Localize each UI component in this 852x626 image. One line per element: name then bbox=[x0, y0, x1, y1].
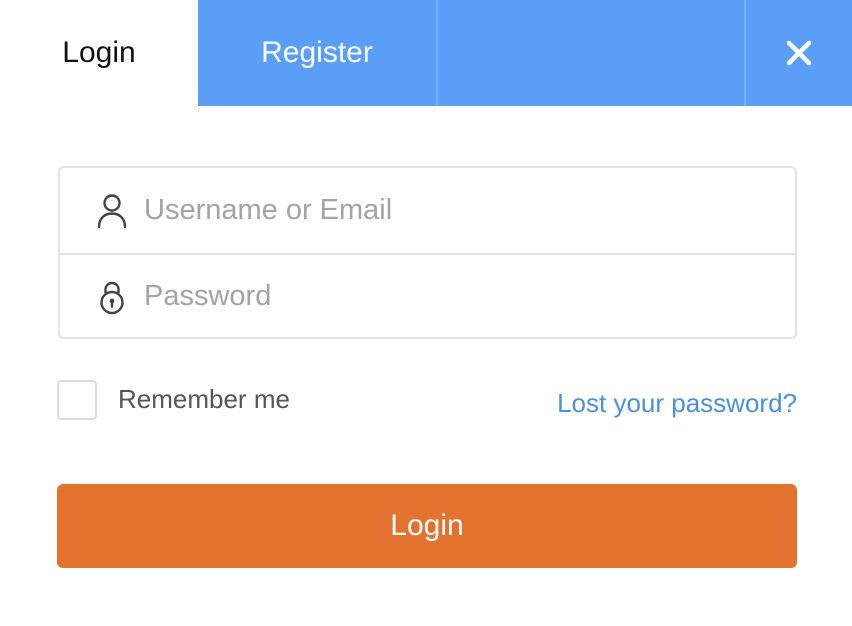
password-row bbox=[60, 253, 795, 338]
close-icon bbox=[786, 40, 812, 66]
tab-bar-spacer bbox=[438, 0, 746, 106]
auth-tabs: Login Register bbox=[0, 0, 852, 106]
credentials-group bbox=[58, 166, 797, 339]
password-input[interactable] bbox=[144, 255, 784, 338]
tab-register-label: Register bbox=[261, 36, 373, 69]
close-button[interactable] bbox=[746, 0, 852, 106]
username-input[interactable] bbox=[144, 168, 784, 253]
tab-login-label: Login bbox=[62, 36, 136, 69]
lock-icon bbox=[96, 279, 128, 315]
user-icon bbox=[96, 193, 128, 229]
remember-me[interactable]: Remember me bbox=[57, 380, 290, 420]
remember-label: Remember me bbox=[118, 383, 290, 414]
username-row bbox=[60, 168, 795, 253]
login-submit-button[interactable]: Login bbox=[57, 484, 797, 568]
tab-register[interactable]: Register bbox=[198, 0, 438, 106]
login-modal: Login Register Username or Email Remembe… bbox=[0, 0, 852, 626]
lost-password-link[interactable]: Lost your password? bbox=[557, 388, 797, 419]
tab-login[interactable]: Login bbox=[0, 0, 198, 106]
remember-checkbox[interactable] bbox=[57, 380, 97, 420]
